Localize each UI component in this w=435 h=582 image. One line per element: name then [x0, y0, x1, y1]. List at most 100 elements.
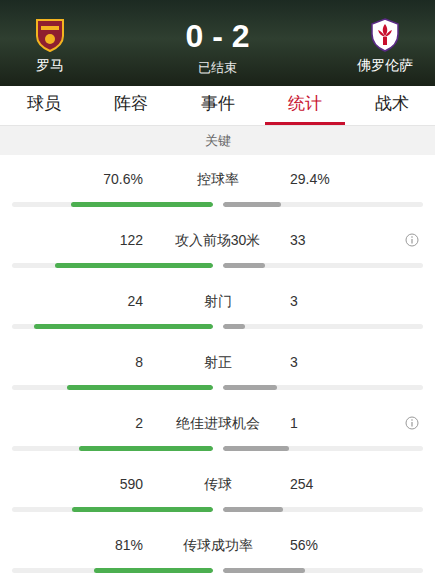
stat-values: 2绝佳进球机会1: [0, 413, 435, 433]
tab-label: 阵容: [114, 93, 148, 115]
stat-row: 8射正3: [0, 338, 435, 399]
home-team[interactable]: 罗马: [0, 12, 100, 74]
stat-bars: [0, 568, 435, 573]
stat-bars: [0, 202, 435, 207]
stat-row: 2绝佳进球机会1: [0, 399, 435, 460]
home-value: 2: [0, 413, 145, 433]
tab-underline: [4, 122, 84, 125]
stat-values: 122攻入前场30米33: [0, 230, 435, 250]
stat-row: 24射门3: [0, 277, 435, 338]
roma-logo-icon: [35, 18, 65, 52]
home-fill: [72, 507, 212, 512]
stat-bars: [0, 324, 435, 329]
home-track: [12, 263, 213, 268]
stat-label: 传球: [145, 474, 290, 494]
away-fill: [223, 446, 290, 451]
stat-row: 70.6%控球率29.4%: [0, 155, 435, 216]
tab-underline: [91, 122, 171, 125]
home-fill: [79, 446, 213, 451]
away-cell: 1: [290, 413, 435, 433]
home-value: 590: [0, 474, 145, 494]
stat-label: 攻入前场30米: [145, 230, 290, 250]
tab-underline: [178, 122, 258, 125]
stat-bars: [0, 507, 435, 512]
stat-label: 射正: [145, 352, 290, 372]
info-placeholder: [405, 172, 419, 186]
stats-list: 70.6%控球率29.4%122攻入前场30米3324射门38射正32绝佳进球机…: [0, 155, 435, 582]
home-fill: [55, 263, 213, 268]
stat-values: 81%传球成功率56%: [0, 535, 435, 555]
away-track: [223, 324, 424, 329]
tab-label: 事件: [201, 93, 235, 115]
tab-label: 球员: [27, 93, 61, 115]
info-placeholder: [405, 538, 419, 552]
stat-bars: [0, 385, 435, 390]
home-value: 81%: [0, 535, 145, 555]
away-track: [223, 568, 424, 573]
away-fill: [223, 202, 282, 207]
away-cell: 3: [290, 291, 435, 311]
away-value: 1: [290, 413, 298, 433]
tab[interactable]: 阵容: [87, 86, 174, 124]
home-value: 8: [0, 352, 145, 372]
stat-row: 81%传球成功率56%: [0, 521, 435, 582]
tab-bar: 球员 阵容 事件 统计 战术: [0, 86, 435, 125]
away-cell: 29.4%: [290, 169, 435, 189]
tab[interactable]: 战术: [348, 86, 435, 124]
away-value: 56%: [290, 535, 318, 555]
home-name: 罗马: [36, 56, 64, 74]
stat-values: 70.6%控球率29.4%: [0, 169, 435, 189]
tab-label: 战术: [375, 93, 409, 115]
away-track: [223, 507, 424, 512]
away-fill: [223, 507, 283, 512]
tab[interactable]: 统计: [261, 86, 348, 124]
away-value: 33: [290, 230, 306, 250]
stat-label: 绝佳进球机会: [145, 413, 290, 433]
home-fill: [67, 385, 213, 390]
home-track: [12, 324, 213, 329]
away-value: 3: [290, 291, 298, 311]
match-header: 罗马 0 - 2 已结束 佛罗伦萨: [0, 0, 435, 86]
tab-underline: [352, 122, 432, 125]
match-status: 已结束: [198, 60, 237, 76]
away-track: [223, 202, 424, 207]
tab[interactable]: 事件: [174, 86, 261, 124]
stat-label: 射门: [145, 291, 290, 311]
stat-row: 590传球254: [0, 460, 435, 521]
stat-bars: [0, 263, 435, 268]
stat-label: 控球率: [145, 169, 290, 189]
away-value: 29.4%: [290, 169, 330, 189]
home-track: [12, 568, 213, 573]
away-fill: [223, 263, 266, 268]
home-fill: [34, 324, 212, 329]
away-fill: [223, 568, 305, 573]
tab-label: 统计: [288, 93, 322, 115]
home-value: 122: [0, 230, 145, 250]
stat-values: 590传球254: [0, 474, 435, 494]
away-value: 3: [290, 352, 298, 372]
away-name: 佛罗伦萨: [357, 56, 413, 74]
home-value: 24: [0, 291, 145, 311]
info-icon[interactable]: [405, 233, 419, 247]
stat-values: 24射门3: [0, 291, 435, 311]
away-fill: [223, 324, 245, 329]
info-icon[interactable]: [405, 416, 419, 430]
info-placeholder: [405, 477, 419, 491]
away-track: [223, 446, 424, 451]
away-fill: [223, 385, 278, 390]
info-placeholder: [405, 294, 419, 308]
fiorentina-logo-icon: [371, 18, 399, 52]
tab[interactable]: 球员: [0, 86, 87, 124]
tab-underline: [265, 122, 345, 125]
home-track: [12, 507, 213, 512]
home-fill: [71, 202, 213, 207]
home-fill: [94, 568, 212, 573]
home-track: [12, 385, 213, 390]
stat-values: 8射正3: [0, 352, 435, 372]
away-team[interactable]: 佛罗伦萨: [335, 12, 435, 74]
stat-label: 传球成功率: [145, 535, 290, 555]
away-value: 254: [290, 474, 313, 494]
away-cell: 56%: [290, 535, 435, 555]
home-value: 70.6%: [0, 169, 145, 189]
home-track: [12, 202, 213, 207]
